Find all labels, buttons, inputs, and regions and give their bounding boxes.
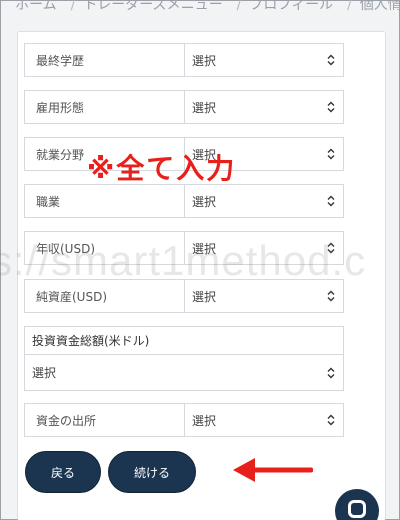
- breadcrumb-separator: /: [70, 0, 76, 13]
- watermark: s://smart1method.c: [0, 237, 367, 284]
- annotation-text: ※全て入力: [87, 152, 237, 185]
- occupation-select-value: 選択: [192, 194, 217, 209]
- breadcrumb-personal-info: 個人情: [359, 0, 400, 13]
- education-select[interactable]: 選択: [185, 44, 343, 76]
- form-row-employment: 雇用形態 選択: [24, 90, 344, 124]
- breadcrumb-home[interactable]: ホーム: [15, 0, 57, 13]
- chat-icon: [348, 500, 366, 518]
- occupation-select[interactable]: 選択: [185, 185, 343, 217]
- breadcrumb-separator: /: [347, 0, 352, 13]
- form-row-occupation: 職業 選択: [24, 184, 344, 218]
- continue-button[interactable]: 続ける: [108, 451, 196, 493]
- breadcrumb-separator: /: [236, 0, 242, 13]
- up-down-caret-icon: [327, 290, 335, 302]
- investment-amount-select-value: 選択: [32, 366, 57, 380]
- investment-amount-label: 投資資金総額(米ドル): [25, 327, 343, 355]
- source-of-funds-label: 資金の出所: [25, 404, 185, 436]
- breadcrumb-profile[interactable]: プロフィール: [249, 0, 333, 13]
- up-down-caret-icon: [327, 101, 335, 113]
- form-row-source-of-funds: 資金の出所 選択: [24, 403, 344, 437]
- education-label: 最終学歴: [25, 44, 185, 76]
- left-arrow-icon: [233, 458, 313, 482]
- occupation-label: 職業: [25, 185, 185, 217]
- up-down-caret-icon: [327, 367, 335, 378]
- source-of-funds-select[interactable]: 選択: [185, 404, 343, 436]
- form-row-education: 最終学歴 選択: [24, 43, 344, 77]
- back-button[interactable]: 戻る: [25, 451, 101, 493]
- investment-amount-select[interactable]: 選択: [25, 355, 343, 390]
- employment-select[interactable]: 選択: [185, 91, 343, 123]
- breadcrumb-traders-menu[interactable]: トレーダーズメニュー: [83, 0, 222, 13]
- education-select-value: 選択: [192, 53, 217, 68]
- up-down-caret-icon: [327, 148, 335, 160]
- employment-select-value: 選択: [192, 100, 217, 115]
- net-worth-select-value: 選択: [192, 289, 217, 304]
- breadcrumb: ホーム / トレーダーズメニュー / プロフィール / 個人情: [1, 0, 400, 22]
- form-row-investment-amount: 投資資金総額(米ドル) 選択: [24, 326, 344, 391]
- up-down-caret-icon: [327, 195, 335, 207]
- up-down-caret-icon: [327, 414, 335, 426]
- employment-label: 雇用形態: [25, 91, 185, 123]
- source-of-funds-select-value: 選択: [192, 413, 217, 428]
- up-down-caret-icon: [327, 54, 335, 66]
